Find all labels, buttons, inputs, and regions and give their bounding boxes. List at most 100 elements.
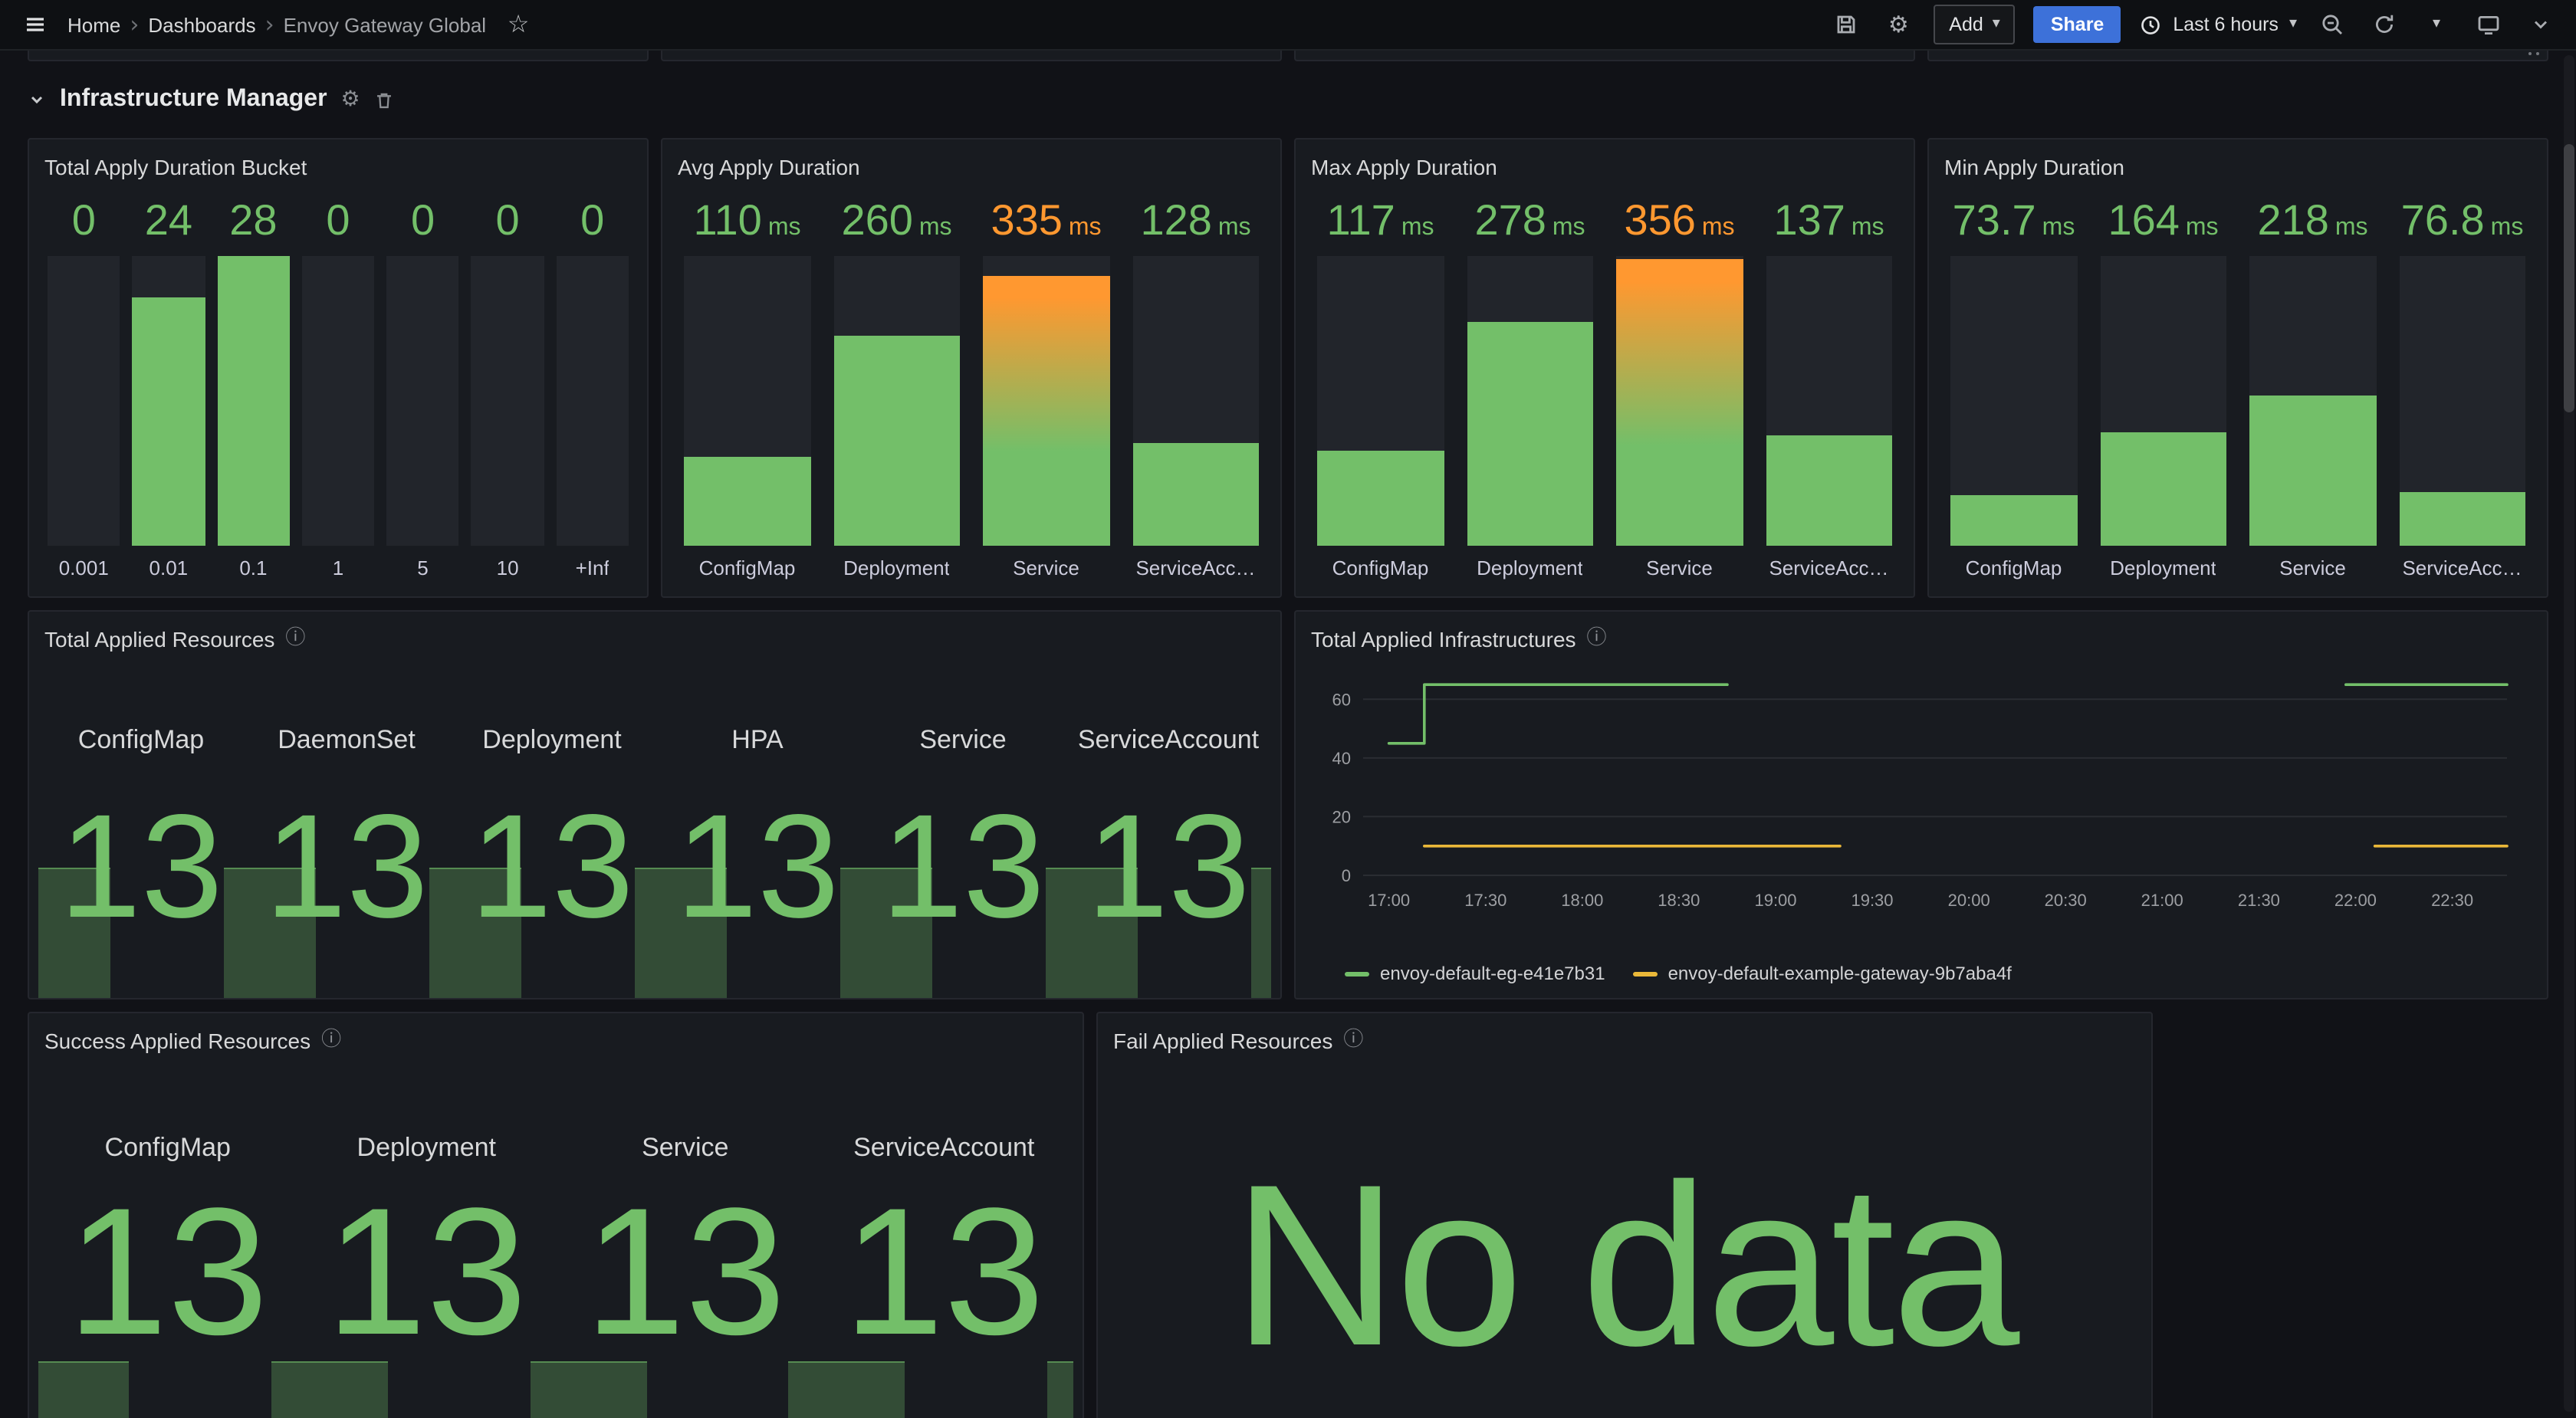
- bar-column: 218msService: [2249, 195, 2376, 581]
- favorite-star-icon[interactable]: ☆: [501, 6, 535, 43]
- info-icon[interactable]: ⓘ: [285, 629, 305, 648]
- collapse-navbar-button[interactable]: [2524, 6, 2558, 43]
- bar-value: 278ms: [1474, 195, 1585, 246]
- breadcrumb-home[interactable]: Home: [67, 13, 120, 36]
- breadcrumb-separator-icon: ›: [130, 13, 139, 36]
- dashboard-scroll-area: Infrastructure Manager ⚙ Total Apply Dur…: [0, 49, 2576, 1418]
- bar-value: 24: [145, 195, 192, 246]
- caret-down-icon: ▾: [2289, 17, 2297, 32]
- breadcrumb-current-dashboard: Envoy Gateway Global: [284, 13, 486, 36]
- breadcrumb-separator-icon: ›: [265, 13, 274, 36]
- bar: [2399, 493, 2525, 546]
- bar-column: 335msService: [983, 195, 1109, 581]
- bar-value: 0: [326, 195, 350, 246]
- time-range-picker[interactable]: Last 6 hours ▾: [2139, 13, 2297, 36]
- bar-category-label: ServiceAcc…: [2402, 556, 2522, 581]
- info-icon[interactable]: ⓘ: [1587, 629, 1607, 648]
- bar-column: 240.01: [133, 195, 205, 581]
- refresh-button[interactable]: [2367, 6, 2401, 43]
- bar-column: 137msServiceAcc…: [1766, 195, 1892, 581]
- stat-label: Deployment: [449, 725, 655, 756]
- bar: [2249, 395, 2376, 546]
- clock-icon: [2139, 13, 2162, 36]
- bar-column: 01: [302, 195, 375, 581]
- sparkline-segment: [530, 1361, 556, 1418]
- bar-column: 117msConfigMap: [1317, 195, 1444, 581]
- stat-value: 13: [449, 809, 655, 927]
- svg-text:60: 60: [1332, 690, 1351, 709]
- bar-category-label: Service: [1646, 556, 1713, 581]
- svg-text:20: 20: [1332, 807, 1351, 826]
- breadcrumb-dashboards[interactable]: Dashboards: [148, 13, 255, 36]
- bar-track: [1766, 255, 1892, 546]
- bar-column: 278ms Deployment: [1467, 195, 1593, 581]
- row-settings-gear-icon[interactable]: ⚙: [341, 89, 360, 110]
- panel-title: Fail Applied Resources: [1113, 1028, 1332, 1052]
- bar-category-label: Deployment: [843, 556, 950, 581]
- bar-category-label: 1: [333, 556, 343, 581]
- dashboard-settings-gear-icon[interactable]: ⚙: [1881, 6, 1915, 43]
- save-icon: [1834, 12, 1858, 37]
- panel-title: Avg Apply Duration: [678, 154, 860, 179]
- panel-fail-applied-resources: Fail Applied Resources ⓘ No data: [1096, 1012, 2153, 1418]
- stat-value: 13: [556, 1200, 815, 1344]
- row-delete-trash-icon[interactable]: [374, 90, 394, 110]
- breadcrumb: Home › Dashboards › Envoy Gateway Global: [67, 13, 486, 36]
- row-title[interactable]: Infrastructure Manager: [60, 86, 327, 113]
- panel-header[interactable]: Min Apply Duration: [1929, 140, 2547, 185]
- dashboard-row-header: Infrastructure Manager ⚙: [0, 61, 2576, 138]
- stat-grid: ConfigMap13DaemonSet13Deployment13HPA13S…: [29, 658, 1280, 998]
- bar-value: 128ms: [1140, 195, 1250, 246]
- refresh-interval-caret-icon[interactable]: ▾: [2420, 6, 2453, 43]
- info-icon[interactable]: ⓘ: [321, 1030, 341, 1050]
- info-icon[interactable]: ⓘ: [1343, 1030, 1363, 1050]
- top-navbar: Home › Dashboards › Envoy Gateway Global…: [0, 0, 2576, 51]
- scrollbar-thumb[interactable]: [2564, 144, 2574, 412]
- panel-header[interactable]: Avg Apply Duration: [662, 140, 1280, 185]
- stat-value: 13: [38, 809, 244, 927]
- panel-header[interactable]: Total Applied Resources ⓘ: [29, 612, 1280, 658]
- panel-resize-handle[interactable]: [2536, 52, 2539, 55]
- zoom-out-time-button[interactable]: [2315, 6, 2349, 43]
- bar-track: [2249, 255, 2376, 546]
- panel-avg-apply-duration: Avg Apply Duration 110msConfigMap260msDe…: [661, 138, 1282, 598]
- legend-item[interactable]: envoy-default-eg-e41e7b31: [1345, 963, 1605, 984]
- bar-track: [1467, 255, 1593, 546]
- stat-label: ConfigMap: [38, 725, 244, 756]
- time-range-label: Last 6 hours: [2173, 14, 2279, 35]
- bar-category-label: ConfigMap: [699, 556, 796, 581]
- bar-gauge: 00.001240.01280.101050100+Inf: [29, 185, 647, 596]
- panel-header[interactable]: Success Applied Resources ⓘ: [29, 1013, 1083, 1059]
- bar-category-label: ServiceAcc…: [1135, 556, 1255, 581]
- bar-track: [1616, 255, 1743, 546]
- add-button-label: Add: [1949, 14, 1983, 35]
- panel-total-applied-resources: Total Applied Resources ⓘ ConfigMap13Dae…: [28, 610, 1282, 999]
- panel-row-totals: Total Applied Resources ⓘ ConfigMap13Dae…: [28, 610, 2548, 999]
- panel-header[interactable]: Fail Applied Resources ⓘ: [1098, 1013, 2151, 1059]
- refresh-icon: [2372, 12, 2397, 37]
- row-collapse-chevron-icon[interactable]: [28, 90, 46, 109]
- add-button[interactable]: Add ▾: [1934, 5, 2016, 44]
- stat-label: Service: [556, 1133, 815, 1164]
- panel-header[interactable]: Max Apply Duration: [1296, 140, 1914, 185]
- bar-value: 0: [411, 195, 435, 246]
- legend-item[interactable]: envoy-default-example-gateway-9b7aba4f: [1633, 963, 2012, 984]
- menu-toggle-button[interactable]: [18, 6, 52, 43]
- bar: [217, 255, 290, 546]
- share-button[interactable]: Share: [2034, 6, 2121, 43]
- bar-category-label: Deployment: [1477, 556, 1583, 581]
- panel-success-applied-resources: Success Applied Resources ⓘ ConfigMap13D…: [28, 1012, 1084, 1418]
- panel-header[interactable]: Total Apply Duration Bucket: [29, 140, 647, 185]
- sparkline-segment: [271, 1361, 297, 1418]
- bar-track: [556, 255, 629, 546]
- panel-header[interactable]: Total Applied Infrastructures ⓘ: [1296, 612, 2547, 658]
- panel-title: Total Applied Resources: [44, 626, 274, 651]
- save-dashboard-button[interactable]: [1829, 6, 1863, 43]
- stat: ServiceAccount13: [1066, 658, 1271, 998]
- stat-grid: ConfigMap13Deployment13Service13ServiceA…: [29, 1059, 1083, 1418]
- kiosk-mode-button[interactable]: [2472, 6, 2505, 43]
- clipped-panel-row: [28, 49, 2548, 61]
- bar-category-label: 0.001: [59, 556, 109, 581]
- bar-gauge: 73.7msConfigMap164msDeployment218msServi…: [1929, 185, 2547, 596]
- bar: [833, 336, 960, 547]
